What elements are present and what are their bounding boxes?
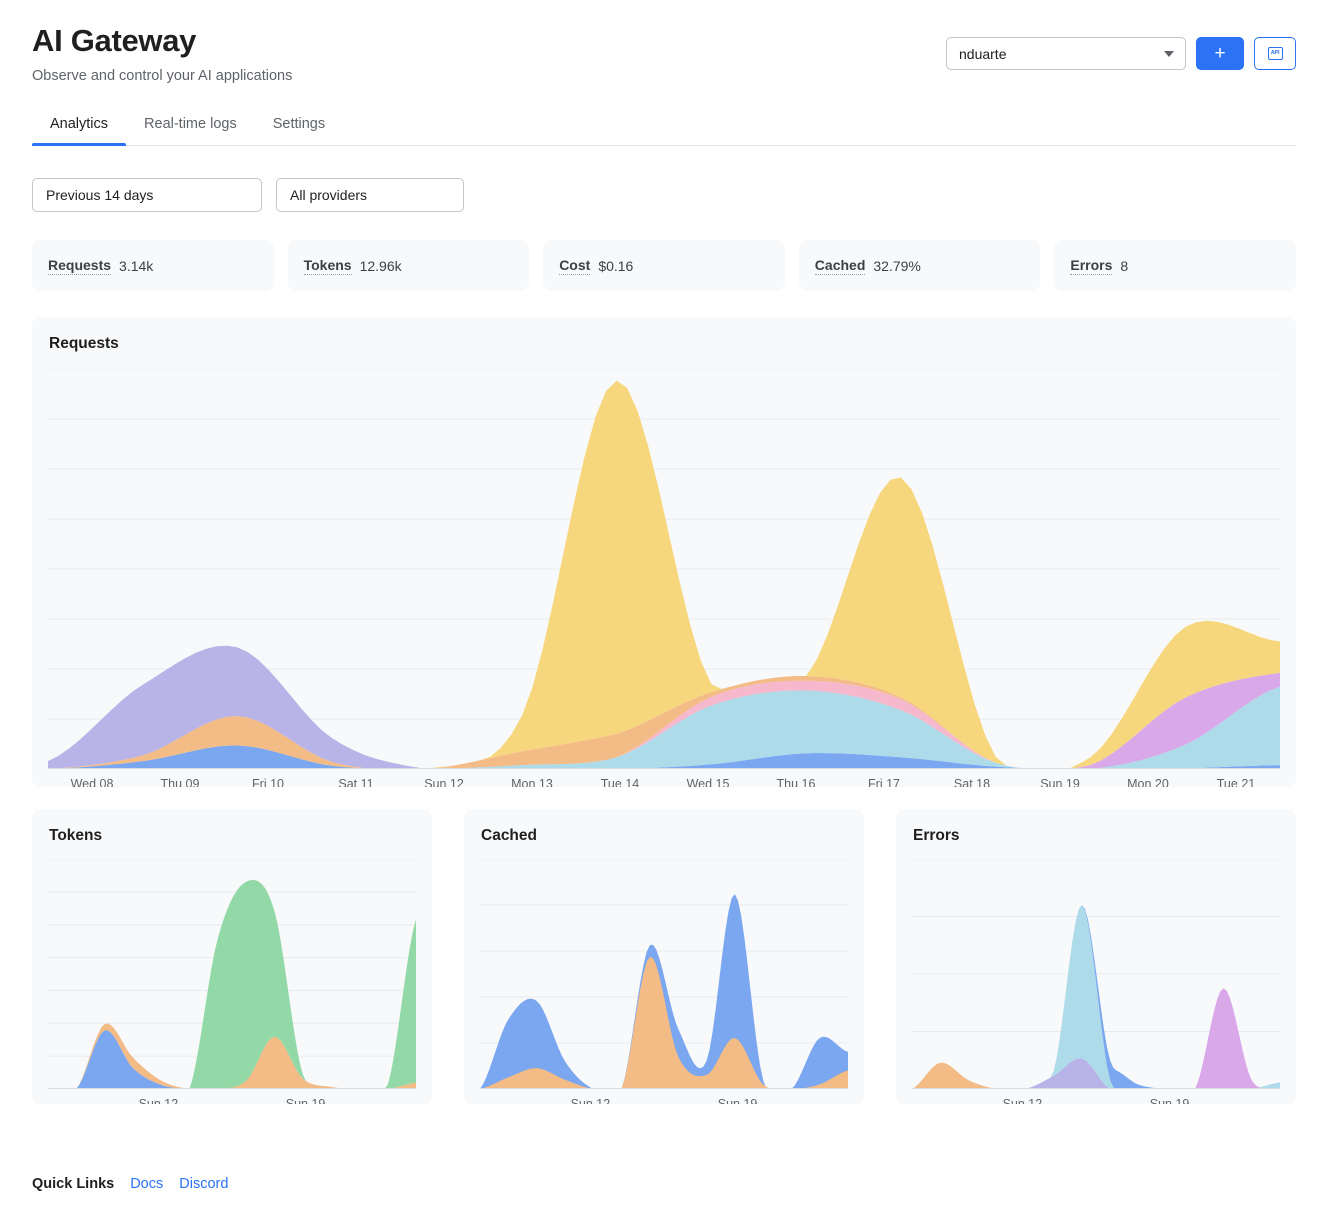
- date-range-value: Previous 14 days: [46, 187, 154, 203]
- cached-chart-title: Cached: [481, 827, 537, 844]
- axis-tick-label: Thu 09: [160, 777, 200, 787]
- axis-tick-label: Fri 10: [252, 777, 284, 787]
- errors-chart-plot[interactable]: Sun 12 Sun 19: [912, 859, 1280, 1104]
- stat-card-cost[interactable]: Cost $0.16: [543, 240, 785, 291]
- axis-tick-label: Fri 17: [868, 777, 900, 787]
- errors-area-chart: [912, 859, 1280, 1089]
- tab-analytics-label: Analytics: [50, 116, 109, 132]
- errors-chart-panel: Errors Sun 12 Sun 19: [896, 809, 1296, 1104]
- axis-spacer: [1059, 1097, 1133, 1104]
- tokens-x-axis: Sun 12 Sun 19: [48, 1097, 416, 1104]
- date-range-select[interactable]: Previous 14 days: [32, 178, 262, 212]
- docs-link[interactable]: Docs: [130, 1176, 163, 1192]
- tab-real-time-logs-label: Real-time logs: [144, 116, 237, 132]
- cached-chart-panel: Cached Sun 12 Sun 19: [464, 809, 864, 1104]
- filter-bar: Previous 14 days All providers: [32, 178, 1296, 212]
- summary-stats: Requests 3.14k Tokens 12.96k Cost $0.16 …: [32, 240, 1296, 291]
- axis-spacer: [48, 1097, 122, 1104]
- axis-spacer: [627, 1097, 701, 1104]
- api-icon: API: [1267, 47, 1283, 60]
- errors-chart-title: Errors: [913, 827, 960, 844]
- stat-label: Cached: [814, 256, 866, 275]
- tab-settings[interactable]: Settings: [255, 108, 343, 145]
- axis-spacer: [1206, 1097, 1280, 1104]
- stat-card-tokens[interactable]: Tokens 12.96k: [287, 240, 530, 291]
- cached-x-axis: Sun 12 Sun 19: [480, 1097, 848, 1104]
- axis-tick-label: Sat 18: [953, 777, 991, 787]
- requests-area-chart: [48, 369, 1280, 769]
- tokens-chart-panel: Tokens Sun 12 Sun 19: [32, 809, 432, 1104]
- tokens-area-chart: [48, 859, 416, 1089]
- stat-value: $0.16: [598, 257, 634, 274]
- discord-link[interactable]: Discord: [179, 1176, 228, 1192]
- secondary-charts: Tokens Sun 12 Sun 19 Cached Sun 12 Sun 19 …: [32, 809, 1296, 1104]
- axis-tick-label: Wed 15: [686, 777, 730, 787]
- axis-spacer: [774, 1097, 848, 1104]
- stat-label: Requests: [48, 256, 112, 275]
- axis-tick-label: Thu 16: [776, 777, 816, 787]
- stat-label: Cost: [559, 256, 591, 275]
- axis-tick-label: Sun 19: [1040, 777, 1080, 787]
- provider-select[interactable]: All providers: [276, 178, 464, 212]
- requests-chart-panel: Requests Wed 08 Thu 09 Fri 10 Sat 11 Sun 12 M…: [32, 317, 1296, 787]
- tokens-chart-title: Tokens: [49, 827, 103, 844]
- requests-chart-plot[interactable]: Wed 08 Thu 09 Fri 10 Sat 11 Sun 12 Mon 13 Tue …: [48, 369, 1280, 787]
- account-select-value: nduarte: [959, 45, 1007, 62]
- axis-tick-label: Mon 20: [1127, 777, 1169, 787]
- main-tabs: Analytics Real-time logs Settings: [32, 108, 1296, 146]
- provider-value: All providers: [290, 187, 368, 203]
- axis-tick-label: Sun 19: [285, 1097, 326, 1104]
- stat-value: 8: [1120, 257, 1129, 274]
- axis-spacer: [342, 1097, 416, 1104]
- add-gateway-button[interactable]: +: [1196, 37, 1244, 70]
- stat-value: 3.14k: [119, 257, 154, 274]
- axis-tick-label: Sat 11: [338, 777, 374, 787]
- ai-gateway-page: AI Gateway Observe and control your AI a…: [0, 0, 1328, 1216]
- api-keys-button[interactable]: API: [1254, 37, 1296, 70]
- axis-spacer: [480, 1097, 554, 1104]
- axis-spacer: [195, 1097, 269, 1104]
- stat-value: 12.96k: [359, 257, 402, 274]
- axis-tick-label: Sun 12: [570, 1097, 611, 1104]
- chevron-down-icon: [1164, 50, 1174, 57]
- axis-tick-label: Sun 19: [717, 1097, 758, 1104]
- page-header: AI Gateway Observe and control your AI a…: [32, 0, 1296, 86]
- stat-value: 32.79%: [873, 257, 921, 274]
- footer-quick-links: Quick Links Docs Discord: [32, 1176, 228, 1192]
- tab-analytics[interactable]: Analytics: [32, 108, 127, 146]
- axis-tick-label: Tue 21: [1216, 777, 1256, 787]
- cached-chart-plot[interactable]: Sun 12 Sun 19: [480, 859, 848, 1104]
- stat-card-errors[interactable]: Errors 8: [1054, 240, 1296, 291]
- axis-tick-label: Sun 12: [424, 777, 464, 787]
- stat-card-requests[interactable]: Requests 3.14k: [32, 240, 274, 291]
- cached-area-chart: [480, 859, 848, 1089]
- requests-x-axis: Wed 08 Thu 09 Fri 10 Sat 11 Sun 12 Mon 13 Tue …: [48, 777, 1280, 787]
- axis-tick-label: Sun 12: [1002, 1097, 1043, 1104]
- requests-chart-title: Requests: [49, 335, 119, 352]
- account-select[interactable]: nduarte: [946, 37, 1186, 70]
- stat-label: Tokens: [303, 256, 352, 275]
- axis-tick-label: Mon 13: [511, 777, 553, 787]
- tab-settings-label: Settings: [272, 116, 326, 132]
- tokens-chart-plot[interactable]: Sun 12 Sun 19: [48, 859, 416, 1104]
- axis-tick-label: Sun 12: [138, 1097, 179, 1104]
- errors-x-axis: Sun 12 Sun 19: [912, 1097, 1280, 1104]
- quick-links-label: Quick Links: [32, 1176, 115, 1192]
- stat-label: Errors: [1070, 256, 1113, 275]
- axis-tick-label: Sun 19: [1149, 1097, 1190, 1104]
- tab-real-time-logs[interactable]: Real-time logs: [126, 108, 255, 145]
- axis-tick-label: Wed 08: [70, 777, 114, 787]
- plus-icon: +: [1214, 43, 1226, 64]
- header-actions: nduarte + API: [946, 37, 1296, 70]
- axis-tick-label: Tue 14: [600, 777, 640, 787]
- stat-card-cached[interactable]: Cached 32.79%: [798, 240, 1041, 291]
- axis-spacer: [912, 1097, 986, 1104]
